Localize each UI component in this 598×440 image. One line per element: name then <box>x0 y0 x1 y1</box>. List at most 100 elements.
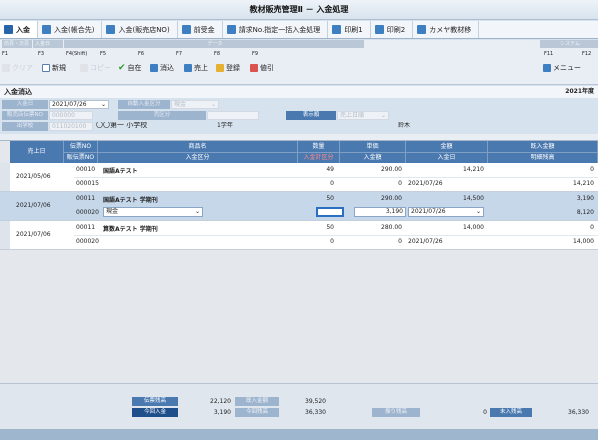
col-header-denpyo: 伝票NO <box>64 141 98 153</box>
hanbaiten-field[interactable]: 000000 <box>49 111 93 120</box>
fkey-code: F3 <box>38 51 45 57</box>
qty-input[interactable] <box>316 207 344 217</box>
tab-form-icon <box>106 25 116 34</box>
minyu-zan-value: 36,330 <box>568 409 589 416</box>
col-header-zan: 明細残高 <box>488 153 598 163</box>
col-header-nyukin: 入金額 <box>340 153 406 163</box>
chevron-down-icon: ⌄ <box>100 101 106 108</box>
col-header-uriagebi: 売上日 <box>10 141 64 163</box>
fkey-code: F5 <box>100 51 107 57</box>
nyukin-date-label: 入金日 <box>2 100 48 109</box>
tab-form-icon <box>332 25 342 34</box>
kinyukin-value: 39,520 <box>305 398 326 405</box>
section-title: 入金消込 2021年度 <box>0 86 598 98</box>
menu-icon <box>543 64 551 72</box>
table-row[interactable]: 2021/07/06 00011 000020 算数Aテスト 学期刊 50 0 … <box>10 221 598 250</box>
tab-nyukin-choai[interactable]: 入金(帳合先) <box>38 21 103 38</box>
nyukin-amount-input[interactable]: 3,190 <box>354 207 406 217</box>
uriage-kubun-select[interactable] <box>207 111 259 120</box>
sales-icon <box>184 64 192 72</box>
tab-form-icon <box>417 25 427 34</box>
nyukin-kubun-select[interactable]: 現金 ⌄ <box>103 207 203 217</box>
school-code-field[interactable]: 011020100 <box>49 122 93 131</box>
furi-zan-value: 0 <box>483 409 487 416</box>
fkey-code: F6 <box>138 51 145 57</box>
tab-print-2[interactable]: 印刷2 <box>371 21 414 38</box>
table-row[interactable]: 2021/05/06 00010 000015 国語Aテスト 49 0 290.… <box>10 163 598 192</box>
konkai-zan-label: 今回残高 <box>235 408 279 417</box>
minyu-zan-label: 未入残高 <box>490 408 532 417</box>
clear-icon <box>2 64 10 72</box>
tab-ikkatsu-nyukin[interactable]: 請求No.指定一括入金処理 <box>223 21 329 38</box>
fkey-group-header: データ <box>64 40 364 48</box>
table-row-selected[interactable]: 2021/07/06 00011 000020 国語Aテスト 学期刊 現金 ⌄ 5… <box>10 192 598 221</box>
chevron-down-icon: ⌄ <box>210 101 216 108</box>
tab-form-icon <box>374 25 384 34</box>
denpyo-zan-label: 伝票残高 <box>132 397 178 406</box>
nyukin-date-field[interactable]: 2021/07/26 ⌄ <box>49 100 109 109</box>
jido-kubun-label: 自動入金区分 <box>118 100 170 109</box>
tab-nyukin-hanbaiten[interactable]: 入金(販売店NO) <box>102 21 178 38</box>
tab-form-icon <box>181 25 191 34</box>
copy-button[interactable]: コピー <box>80 62 111 74</box>
fkey-code: F8 <box>214 51 221 57</box>
sales-button[interactable]: 売上 <box>184 62 208 74</box>
discount-icon <box>250 64 258 72</box>
col-header-kubun: 入金区分 <box>98 153 298 163</box>
tab-print-1[interactable]: 印刷1 <box>328 21 371 38</box>
col-header-tanka: 単価 <box>340 141 406 153</box>
col-header-kinyukin: 既入金額 <box>488 141 598 153</box>
reconcile-grid: 売上日 伝票NO 販伝票NO 商品名 入金区分 数量 入金計区分 単価 入金額 … <box>0 140 598 383</box>
register-button[interactable]: 登録 <box>216 62 240 74</box>
copy-icon <box>80 64 88 72</box>
hanbaiten-label: 販売店伝票NO <box>2 111 48 120</box>
fkey-group-header: 前頁・次頁 <box>2 40 32 48</box>
jizai-button[interactable]: ✔ 自在 <box>118 62 142 74</box>
tab-form-icon <box>4 25 13 34</box>
grade-value: 1学年 <box>217 122 233 129</box>
konkai-nyukin-value: 3,190 <box>213 409 231 416</box>
discount-button[interactable]: 値引 <box>250 62 274 74</box>
school-name: 〇〇第一 小学校 <box>96 122 148 129</box>
clear-button[interactable]: クリア <box>2 62 33 74</box>
fiscal-year: 2021年度 <box>565 88 594 95</box>
furi-zan-label: 振り残高 <box>372 408 420 417</box>
konkai-nyukin-label: 今回入金 <box>132 408 178 417</box>
display-order-select[interactable]: 売上日順 ⌄ <box>337 111 389 120</box>
school-label: 出学校 <box>2 122 48 131</box>
display-order-label: 表示順 <box>286 111 336 120</box>
fkey-code: F4(Shift) <box>66 51 88 57</box>
reconcile-icon <box>150 64 158 72</box>
denpyo-zan-value: 22,120 <box>210 398 231 405</box>
tab-bar: 入金 入金(帳合先) 入金(販売店NO) 前受金 請求No.指定一括入金処理 印… <box>0 21 598 39</box>
col-header-nyukinbi: 入金日 <box>406 153 488 163</box>
teacher-name: 鈴木 <box>398 122 411 129</box>
checkmark-icon: ✔ <box>118 63 126 73</box>
window-title: 教材販売管理Ⅱ － 入金処理 <box>0 0 598 20</box>
totals-footer: 伝票残高 22,120 既入金額 39,520 今回入金 3,190 今回残高 … <box>0 383 598 429</box>
new-document-icon <box>42 64 50 72</box>
col-header-shohin: 商品名 <box>98 141 298 153</box>
status-bar <box>0 429 598 440</box>
chevron-down-icon: ⌄ <box>380 112 386 119</box>
tab-nyukin[interactable]: 入金 <box>0 21 38 38</box>
nyukin-date-input[interactable]: 2021/07/26 ⌄ <box>408 207 484 217</box>
register-icon <box>216 64 224 72</box>
fkey-group-header: システム <box>540 40 598 48</box>
fkey-code: F1 <box>2 51 9 57</box>
fkey-code: F9 <box>252 51 259 57</box>
reconcile-button[interactable]: 消込 <box>150 62 174 74</box>
new-button[interactable]: 新規 <box>42 62 66 74</box>
jido-kubun-select[interactable]: 現金 ⌄ <box>171 100 219 109</box>
col-header-suryo2: 入金計区分 <box>298 153 340 163</box>
tab-form-icon <box>42 25 51 34</box>
row-marker[interactable] <box>0 192 10 221</box>
row-marker[interactable] <box>0 163 10 192</box>
fkey-code: F11 <box>544 51 554 57</box>
row-marker[interactable] <box>0 221 10 250</box>
tab-kameya[interactable]: カメヤ教材移 <box>413 21 480 38</box>
menu-button[interactable]: メニュー <box>543 62 581 74</box>
col-header-denpyo2: 販伝票NO <box>64 153 98 163</box>
uriage-kubun-label: 売区分 <box>118 111 206 120</box>
tab-maeuke[interactable]: 前受金 <box>178 21 223 38</box>
